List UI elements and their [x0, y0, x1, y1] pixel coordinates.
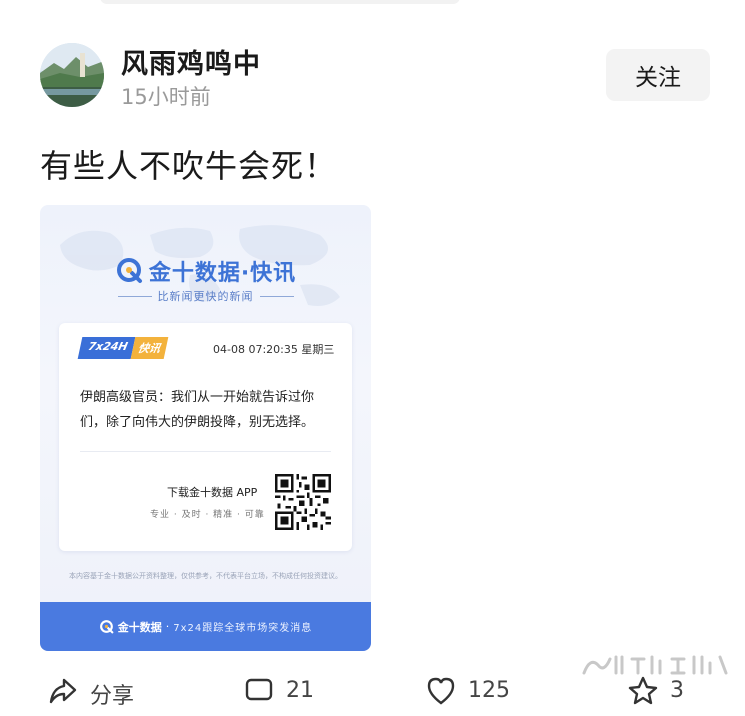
- share-label: 分享: [90, 684, 135, 709]
- post-text: 有些人不吹牛会死！: [40, 147, 338, 185]
- card-footer: 金十数据 · 7x24跟踪全球市场突发消息: [40, 602, 371, 651]
- divider: [80, 451, 331, 452]
- badge-7x24h: 7x24H: [77, 337, 136, 359]
- news-badge: 7x24H 快讯: [77, 337, 169, 359]
- post-image-card[interactable]: 金十数据·快讯 比新闻更快的新闻 7x24H 快讯 04-08 07:20:35…: [40, 205, 371, 651]
- comment-button[interactable]: 21: [244, 676, 314, 706]
- brand-title: 金十数据·快讯: [148, 261, 297, 286]
- brand-subtitle: 比新闻更快的新闻: [157, 290, 254, 303]
- avatar-image: [40, 43, 104, 107]
- news-body: 伊朗高级官员：我们从一开始就告诉过你们，除了向伟大的伊朗投降，别无选择。: [80, 390, 315, 430]
- badge-flash: 快讯: [130, 337, 169, 359]
- brand-subtitle-row: 比新闻更快的新闻: [40, 287, 371, 305]
- follow-button[interactable]: 关注: [606, 49, 710, 101]
- news-box: 7x24H 快讯 04-08 07:20:35 星期三 伊朗高级官员：我们从一开…: [59, 323, 352, 551]
- news-date: 04-08 07:20:35 星期三: [213, 343, 335, 356]
- jin10-logo-icon: [99, 619, 114, 633]
- brand-header: 金十数据·快讯: [40, 253, 371, 289]
- jin10-logo-icon: [116, 258, 142, 283]
- top-search-pill: [100, 0, 460, 4]
- action-bar: 分享 21 125 3: [0, 676, 745, 716]
- divider: [117, 295, 152, 297]
- share-button[interactable]: 分享: [48, 676, 134, 710]
- avatar[interactable]: [40, 43, 104, 107]
- qr-code: [275, 474, 331, 530]
- watermark-logo: [582, 655, 728, 675]
- footer-separator: ·: [165, 620, 170, 633]
- comment-icon: [245, 678, 273, 701]
- download-label: 下载金十数据 APP: [167, 486, 258, 499]
- post-time: 15小时前: [121, 85, 211, 109]
- favorite-icon: [628, 676, 658, 705]
- footer-text: 7x24跟踪全球市场突发消息: [173, 623, 313, 634]
- footer-brand: 金十数据: [117, 620, 162, 634]
- favorite-button[interactable]: 3: [628, 676, 684, 706]
- like-button[interactable]: 125: [426, 676, 510, 706]
- like-icon: [427, 677, 455, 705]
- share-icon: [49, 678, 77, 704]
- disclaimer: 本内容基于金十数据公开资料整理，仅供参考，不代表平台立场，不构成任何投资建议。: [69, 572, 342, 580]
- download-tags: 专业 · 及时 · 精准 · 可靠: [150, 510, 265, 520]
- author-name[interactable]: 风雨鸡鸣中: [121, 42, 261, 81]
- divider: [259, 295, 294, 297]
